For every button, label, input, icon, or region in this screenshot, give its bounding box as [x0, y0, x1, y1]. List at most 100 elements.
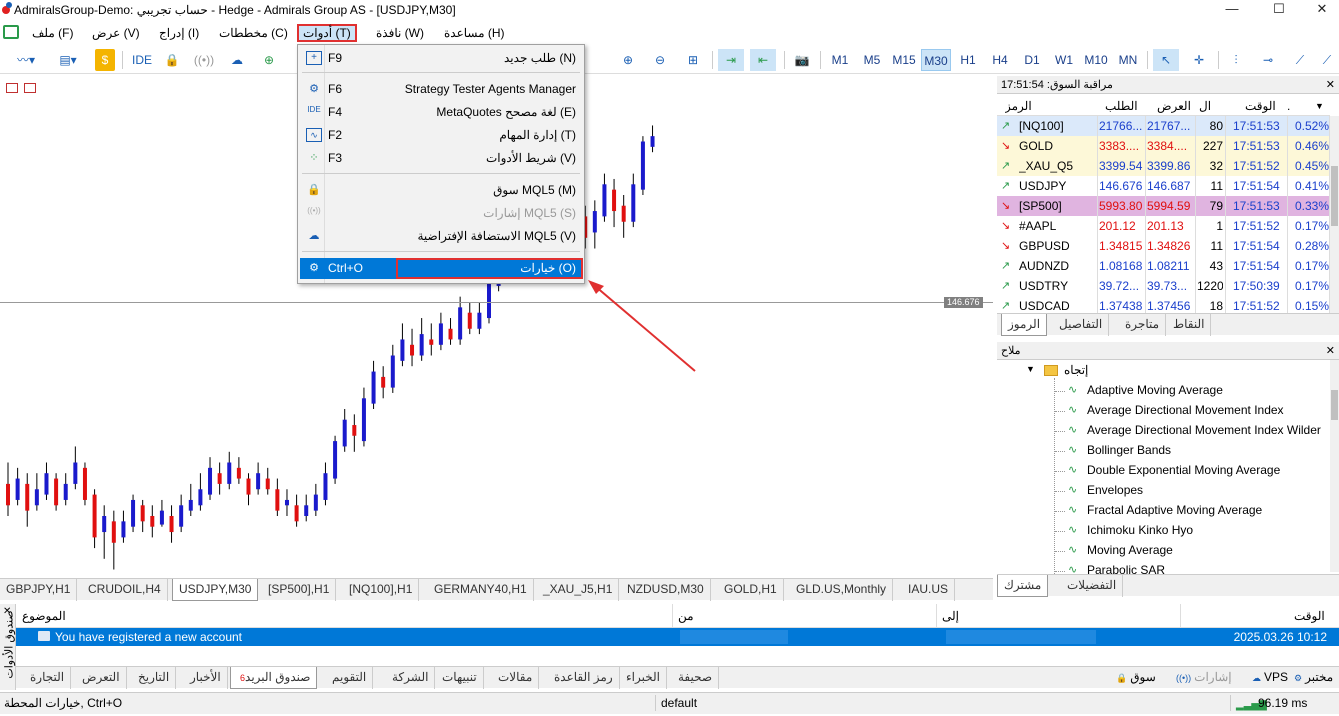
- timeframe-m15[interactable]: M15: [889, 49, 919, 71]
- tab-item[interactable]: التفاصيل: [1053, 314, 1110, 336]
- toolbox-right-tab[interactable]: ((•)) إشارات: [1176, 667, 1232, 688]
- timeframe-m5[interactable]: M5: [857, 49, 887, 71]
- zoom-out-icon[interactable]: ⊖: [649, 49, 671, 71]
- maximize-button[interactable]: ☐: [1257, 0, 1301, 20]
- trend-folder[interactable]: إتجاه: [1064, 363, 1088, 377]
- globe-icon[interactable]: ⊕: [258, 49, 280, 71]
- timeframe-mn[interactable]: MN: [1113, 49, 1143, 71]
- market-watch-row[interactable]: ↗ USDTRY 39.72... 39.73... 1220 17:50:39 0.17%: [997, 276, 1330, 296]
- timeframe-m1[interactable]: M1: [825, 49, 855, 71]
- tab-item[interactable]: النقاط: [1167, 314, 1212, 336]
- tab-item[interactable]: USDJPY,M30: [172, 579, 259, 601]
- menu-options[interactable]: ⚙ Ctrl+O خيارات (O): [300, 258, 583, 279]
- tab-item[interactable]: متاجرة: [1119, 314, 1167, 336]
- tab-item[interactable]: الرموز: [1001, 314, 1048, 336]
- screenshot-icon[interactable]: 📷: [790, 49, 814, 71]
- menu-tools[interactable]: أدوات (T): [297, 24, 357, 42]
- ide-button[interactable]: IDE: [128, 49, 156, 71]
- tab-item[interactable]: الأخبار: [184, 667, 228, 689]
- timeframe-h1[interactable]: H1: [953, 49, 983, 71]
- menu-task-manager[interactable]: ∿ F2 إدارة المهام (T): [300, 125, 582, 146]
- close-icon[interactable]: ✕: [1326, 342, 1335, 360]
- mail-row[interactable]: You have registered a new account 2025.0…: [16, 628, 1339, 646]
- menu-new-order[interactable]: + F9 طلب جديد (N): [300, 48, 582, 69]
- menu-view[interactable]: عرض (V): [88, 24, 144, 42]
- close-icon[interactable]: ✕: [1326, 76, 1335, 94]
- tab-item[interactable]: تنبيهات: [436, 667, 484, 689]
- tab-item[interactable]: _XAU_J5,H1: [537, 579, 620, 601]
- menu-mql5-signals[interactable]: ((•)) إشارات MQL5 (S): [300, 203, 582, 224]
- crosshair-icon[interactable]: ✛: [1187, 49, 1211, 71]
- tab-item[interactable]: الشركة: [386, 667, 436, 689]
- tab-item[interactable]: [NQ100],H1: [343, 579, 420, 601]
- menu-mql5-market[interactable]: 🔒 سوق MQL5 (M): [300, 180, 582, 201]
- line-chart-icon[interactable]: 〰▾: [8, 49, 44, 71]
- indicator-item[interactable]: Moving Average: [1087, 543, 1173, 557]
- menu-window[interactable]: نافذة (W): [372, 24, 428, 42]
- tab-item[interactable]: IAU.US: [902, 579, 956, 601]
- chart-shift-icon[interactable]: ⇤: [750, 49, 776, 71]
- tab-item[interactable]: GBPJPY,H1: [0, 579, 78, 601]
- tab-item[interactable]: NZDUSD,M30: [621, 579, 711, 601]
- cursor-icon[interactable]: ↖: [1153, 49, 1179, 71]
- market-watch-row[interactable]: ↘ #AAPL 201.12 201.13 1 17:51:52 0.17%: [997, 216, 1330, 236]
- tab-item[interactable]: مشترك: [997, 575, 1049, 597]
- menu-insert[interactable]: إدراج (I): [155, 24, 203, 42]
- menu-charts[interactable]: مخططات (C): [215, 24, 292, 42]
- indicators-icon[interactable]: ▤▾: [50, 49, 86, 71]
- market-watch-row[interactable]: ↘ GOLD 3383.... 3384.... 227 17:51:53 0.46%: [997, 136, 1330, 156]
- vertical-line-icon[interactable]: ⫶: [1224, 49, 1248, 71]
- market-watch-row[interactable]: ↗ USDJPY 146.676 146.687 11 17:51:54 0.41%: [997, 176, 1330, 196]
- timeframe-m10[interactable]: M10: [1081, 49, 1111, 71]
- lock-icon[interactable]: 🔒: [162, 49, 182, 71]
- indicator-item[interactable]: Double Exponential Moving Average: [1087, 463, 1280, 477]
- indicator-item[interactable]: Fractal Adaptive Moving Average: [1087, 503, 1262, 517]
- minimize-button[interactable]: —: [1210, 0, 1254, 20]
- market-watch-row[interactable]: ↘ [SP500] 5993.80 5994.59 79 17:51:53 0.33%: [997, 196, 1330, 216]
- tab-item[interactable]: GERMANY40,H1: [428, 579, 534, 601]
- autoscroll-icon[interactable]: ⇥: [718, 49, 744, 71]
- toolbox-close-icon[interactable]: ✕: [3, 606, 11, 617]
- tab-item[interactable]: التاريخ: [132, 667, 177, 689]
- timeframe-h4[interactable]: H4: [985, 49, 1015, 71]
- close-button[interactable]: ✕: [1300, 0, 1339, 20]
- market-watch-row[interactable]: ↗ [NQ100] 21766... 21767... 80 17:51:53 0.52%: [997, 116, 1330, 136]
- menu-toolbar[interactable]: ⁘ F3 شريط الأدوات (V): [300, 148, 582, 169]
- tab-item[interactable]: مقالات: [492, 667, 540, 689]
- tab-item[interactable]: صندوق البريد6: [230, 667, 318, 689]
- horizontal-line-icon[interactable]: ⊸: [1256, 49, 1280, 71]
- timeframe-m30[interactable]: M30: [921, 49, 951, 71]
- tab-item[interactable]: التقويم: [326, 667, 374, 689]
- toolbox-right-tab[interactable]: ☁ VPS: [1252, 667, 1288, 688]
- toolbox-right-tab[interactable]: 🔒 سوق: [1116, 667, 1156, 688]
- trendline-icon[interactable]: ⟋: [1288, 49, 1312, 71]
- toolbox-right-tab[interactable]: ⚙ مختبر: [1294, 667, 1333, 688]
- tab-item[interactable]: صحيفة: [672, 667, 720, 689]
- sort-arrow-icon[interactable]: ▼: [1315, 96, 1324, 116]
- tab-item[interactable]: الخبراء: [620, 667, 667, 689]
- tree-expand-icon[interactable]: ▼: [1026, 364, 1035, 374]
- menu-mql5-vps[interactable]: ☁ الاستضافة الإفتراضية MQL5 (V): [300, 226, 582, 247]
- tab-item[interactable]: رمز القاعدة: [548, 667, 620, 689]
- market-watch-scrollbar[interactable]: [1330, 116, 1339, 314]
- market-watch-row[interactable]: ↗ AUDNZD 1.08168 1.08211 43 17:51:54 0.17%: [997, 256, 1330, 276]
- app-menu-icon[interactable]: [3, 25, 19, 39]
- dollar-icon[interactable]: $: [95, 49, 115, 71]
- tab-item[interactable]: التعرض: [76, 667, 127, 689]
- tab-item[interactable]: التفضيلات: [1061, 575, 1124, 597]
- market-watch-row[interactable]: ↗ _XAU_Q5 3399.54 3399.86 32 17:51:52 0.45%: [997, 156, 1330, 176]
- menu-help[interactable]: مساعدة (H): [440, 24, 509, 42]
- profile-name[interactable]: default: [661, 693, 697, 713]
- tab-item[interactable]: GOLD,H1: [718, 579, 784, 601]
- navigator-scrollbar[interactable]: [1330, 360, 1339, 572]
- menu-agents-manager[interactable]: ⚙ F6 Strategy Tester Agents Manager: [300, 79, 582, 100]
- menu-file[interactable]: ملف (F): [28, 24, 77, 42]
- indicator-item[interactable]: Average Directional Movement Index: [1087, 403, 1284, 417]
- indicator-item[interactable]: Average Directional Movement Index Wilde…: [1087, 423, 1321, 437]
- indicator-item[interactable]: Bollinger Bands: [1087, 443, 1171, 457]
- zoom-in-icon[interactable]: ⊕: [617, 49, 639, 71]
- indicator-item[interactable]: Ichimoku Kinko Hyo: [1087, 523, 1193, 537]
- timeframe-w1[interactable]: W1: [1049, 49, 1079, 71]
- market-watch-row[interactable]: ↘ GBPUSD 1.34815 1.34826 11 17:51:54 0.28%: [997, 236, 1330, 256]
- timeframe-d1[interactable]: D1: [1017, 49, 1047, 71]
